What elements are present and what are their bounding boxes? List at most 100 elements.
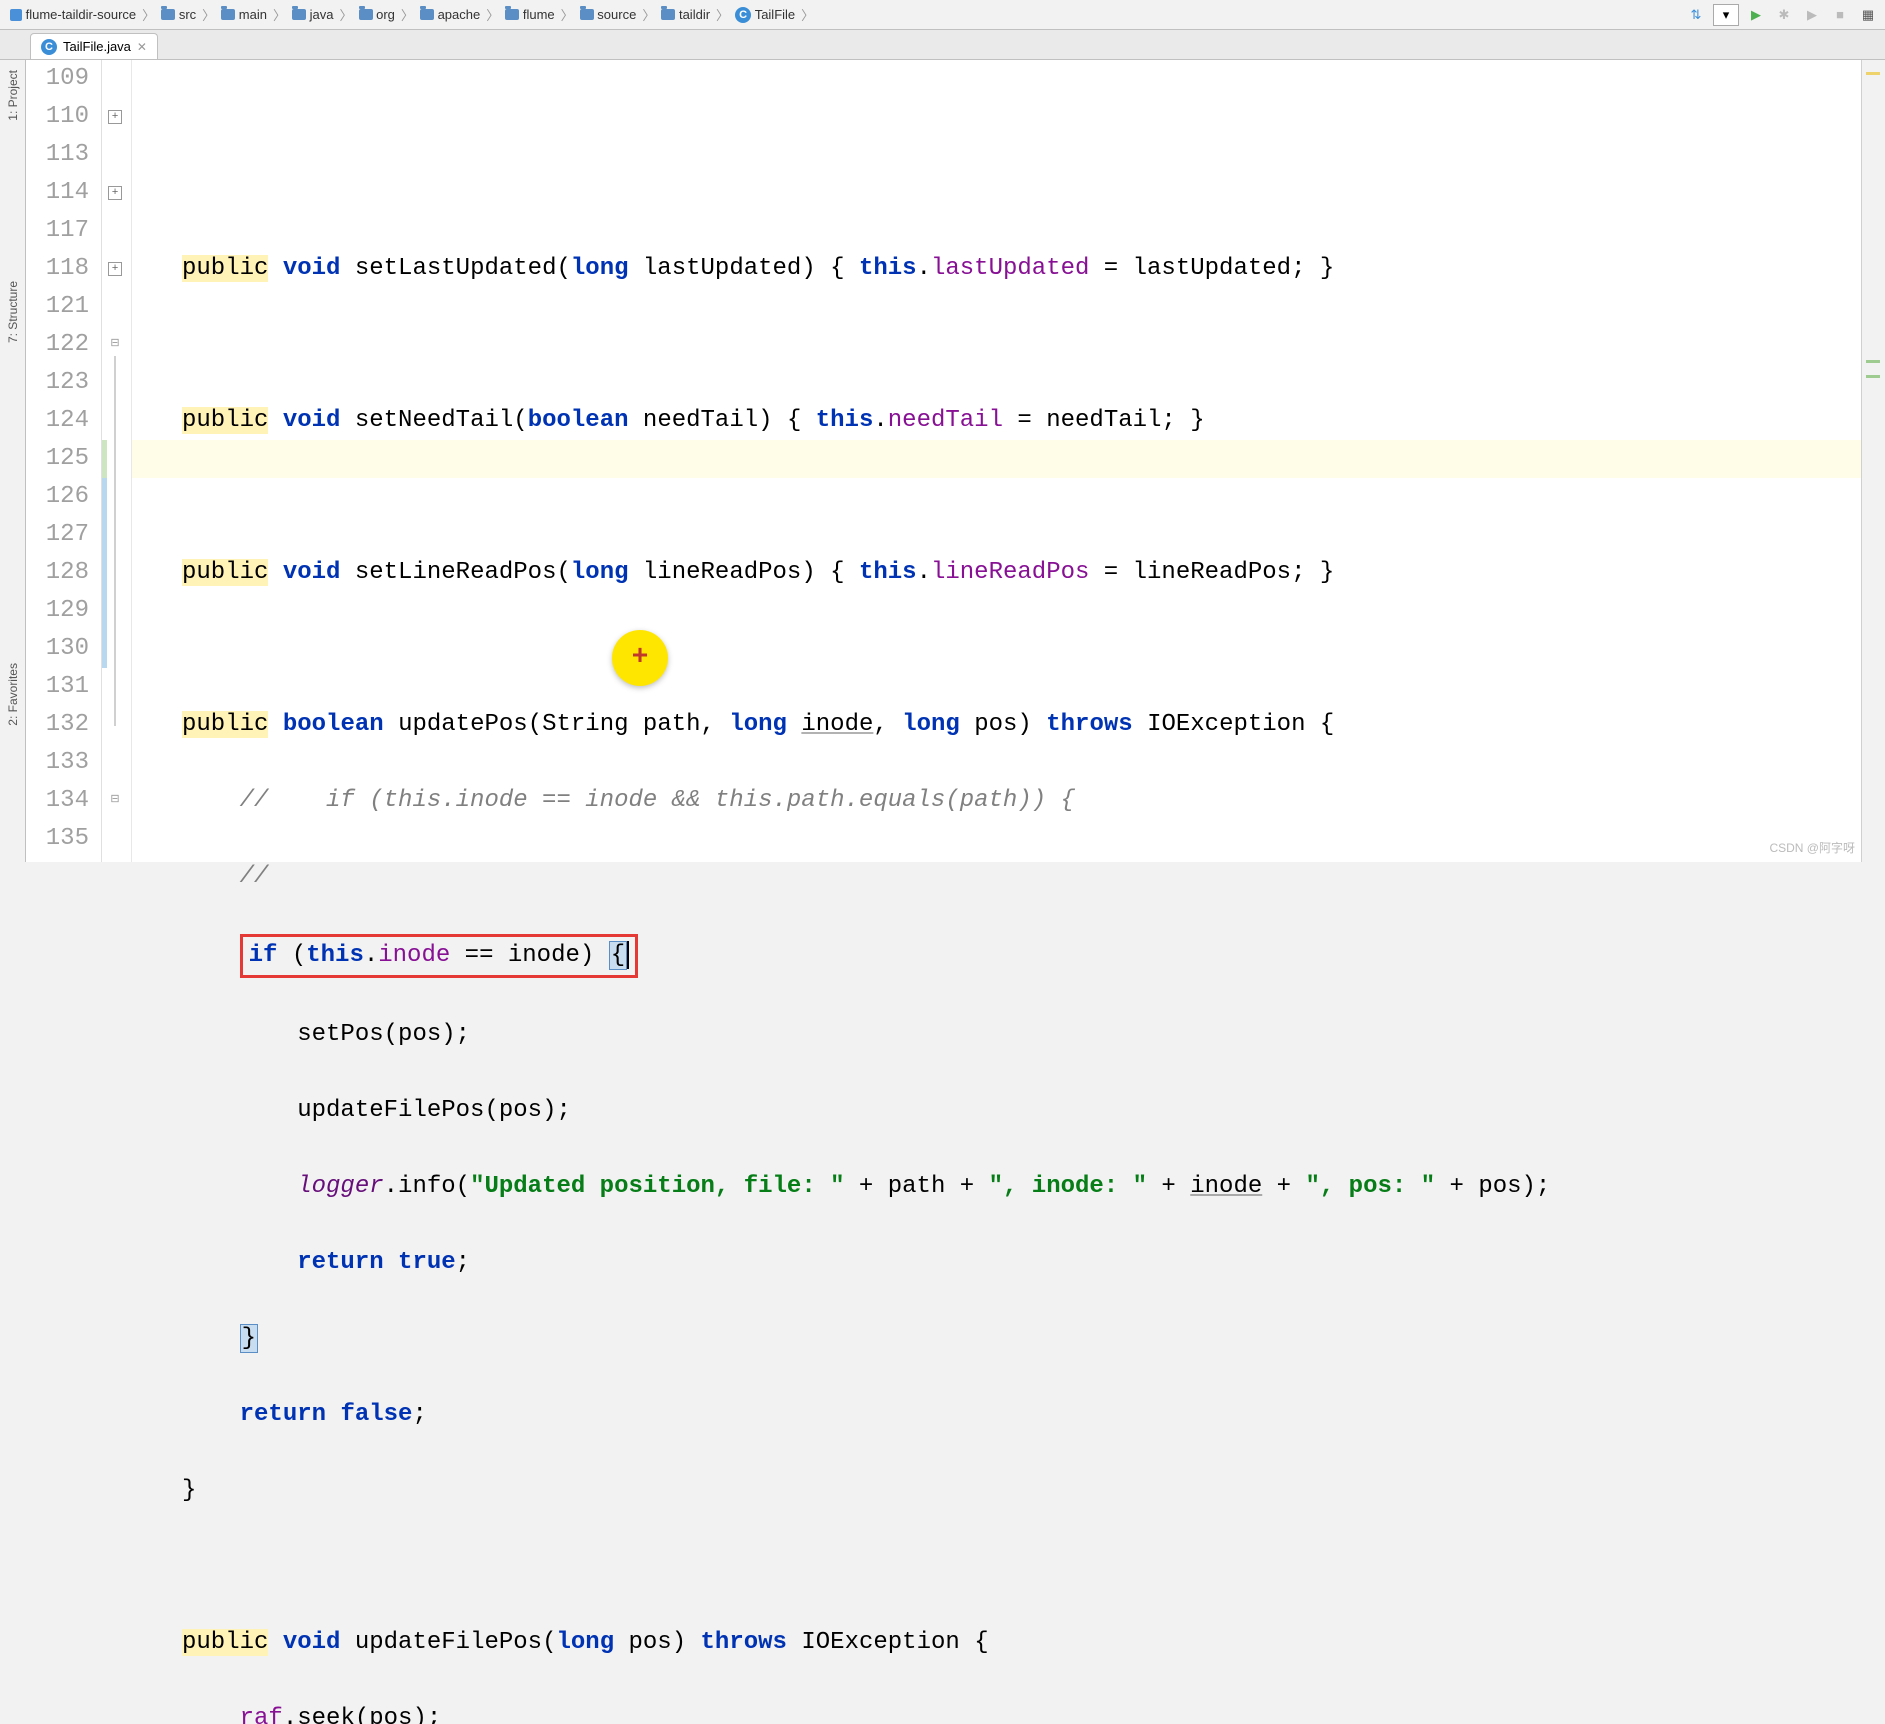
module-icon <box>10 9 22 21</box>
stop-icon[interactable]: ■ <box>1829 4 1851 26</box>
tab-close-icon[interactable]: ✕ <box>137 40 147 54</box>
folder-icon <box>420 9 434 20</box>
run-config-dropdown[interactable]: ▾ <box>1713 4 1739 26</box>
breadcrumb-bar: flume-taildir-source〉 src〉 main〉 java〉 o… <box>0 0 1885 30</box>
vcs-change-marker <box>102 440 107 478</box>
code-line <box>182 478 1861 516</box>
code-line: public void setNeedTail(boolean needTail… <box>182 402 1861 440</box>
crumb-sep: 〉 <box>140 5 157 24</box>
code-line: public void updateFilePos(long pos) thro… <box>182 1624 1861 1662</box>
text-cursor <box>627 941 629 969</box>
code-line: } <box>182 1320 1861 1358</box>
code-line <box>182 326 1861 364</box>
code-line <box>182 174 1861 212</box>
crumb-label: apache <box>438 7 481 22</box>
line-number: 134 <box>26 782 89 820</box>
line-number: 110 <box>26 98 89 136</box>
left-tool-tabs: 1: Project 7: Structure 2: Favorites <box>0 60 26 862</box>
current-line-highlight <box>132 440 1861 478</box>
crumb-label: source <box>597 7 636 22</box>
fold-expand-icon[interactable]: ⊟ <box>108 338 122 352</box>
fold-gutter: + + + ⊟ ⊟ <box>102 60 132 862</box>
file-tab[interactable]: C TailFile.java ✕ <box>30 33 158 59</box>
line-number: 129 <box>26 592 89 630</box>
code-line: setPos(pos); <box>182 1016 1861 1054</box>
watermark-text: CSDN @阿字呀 <box>1769 839 1855 856</box>
line-number: 130 <box>26 630 89 668</box>
crumb-src[interactable]: src <box>157 5 200 24</box>
crumb-label: src <box>179 7 196 22</box>
line-number: 127 <box>26 516 89 554</box>
change-marker[interactable] <box>1866 375 1880 378</box>
vcs-change-marker <box>102 478 107 668</box>
tool-tab-favorites[interactable]: 2: Favorites <box>6 663 20 726</box>
crumb-source[interactable]: source <box>576 5 641 24</box>
highlighted-edit-box: if (this.inode == inode) { <box>240 934 639 978</box>
crumb-apache[interactable]: apache <box>416 5 484 24</box>
line-number: 118 <box>26 250 89 288</box>
code-line: public void setLineReadPos(long lineRead… <box>182 554 1861 592</box>
cursor-badge-plus: + <box>612 630 668 686</box>
crumb-flume[interactable]: flume <box>501 5 558 24</box>
folder-icon <box>221 9 235 20</box>
editor-tabs: C TailFile.java ✕ <box>0 30 1885 60</box>
folder-icon <box>505 9 519 20</box>
crumb-label: flume-taildir-source <box>26 7 137 22</box>
line-number: 117 <box>26 212 89 250</box>
class-icon: C <box>735 7 751 23</box>
crumb-class[interactable]: C TailFile <box>731 5 799 25</box>
crumb-module[interactable]: flume-taildir-source <box>6 5 140 24</box>
line-number: 128 <box>26 554 89 592</box>
crumb-org[interactable]: org <box>355 5 399 24</box>
toolbar-right: ⇅ ▾ ▶ ✱ ▶ ■ ▦ <box>1685 4 1879 26</box>
code-line <box>182 630 1861 668</box>
fold-collapse-icon[interactable]: + <box>108 110 122 124</box>
code-line: raf.seek(pos); <box>182 1700 1861 1724</box>
code-line: if (this.inode == inode) { <box>182 934 1861 978</box>
debug-icon[interactable]: ✱ <box>1773 4 1795 26</box>
crumb-label: TailFile <box>755 7 795 22</box>
code-line: } <box>182 1472 1861 1510</box>
folder-icon <box>580 9 594 20</box>
code-line: return true; <box>182 1244 1861 1282</box>
tool-tab-project[interactable]: 1: Project <box>6 70 20 121</box>
code-body[interactable]: public void setLastUpdated(long lastUpda… <box>132 60 1861 862</box>
line-number: 124 <box>26 402 89 440</box>
class-icon: C <box>41 39 57 55</box>
run-icon[interactable]: ▶ <box>1745 4 1767 26</box>
code-line: // <box>182 858 1861 896</box>
line-number: 135 <box>26 820 89 858</box>
line-number: 125 <box>26 440 89 478</box>
crumb-main[interactable]: main <box>217 5 271 24</box>
folder-icon <box>661 9 675 20</box>
line-number: 132 <box>26 706 89 744</box>
fold-line <box>114 356 116 726</box>
folder-icon <box>161 9 175 20</box>
crumb-label: main <box>239 7 267 22</box>
line-number: 133 <box>26 744 89 782</box>
fold-collapse-icon[interactable]: + <box>108 186 122 200</box>
crumb-label: org <box>376 7 395 22</box>
crumb-taildir[interactable]: taildir <box>657 5 714 24</box>
folder-icon <box>359 9 373 20</box>
change-marker[interactable] <box>1866 360 1880 363</box>
coverage-icon[interactable]: ▶ <box>1801 4 1823 26</box>
code-line: return false; <box>182 1396 1861 1434</box>
line-number: 109 <box>26 60 89 98</box>
fold-collapse-icon[interactable]: + <box>108 262 122 276</box>
layout-icon[interactable]: ▦ <box>1857 4 1879 26</box>
line-number: 126 <box>26 478 89 516</box>
warning-marker[interactable] <box>1866 72 1880 75</box>
code-line: logger.info("Updated position, file: " +… <box>182 1168 1861 1206</box>
code-editor[interactable]: 109 110 113 114 117 118 121 122 123 124 … <box>26 60 1861 862</box>
error-stripe[interactable] <box>1861 60 1885 862</box>
sort-icon[interactable]: ⇅ <box>1685 4 1707 26</box>
fold-expand-icon[interactable]: ⊟ <box>108 794 122 808</box>
tool-tab-structure[interactable]: 7: Structure <box>6 281 20 343</box>
line-number: 113 <box>26 136 89 174</box>
crumb-java[interactable]: java <box>288 5 337 24</box>
line-number: 131 <box>26 668 89 706</box>
line-number-gutter: 109 110 113 114 117 118 121 122 123 124 … <box>26 60 102 862</box>
code-line: public void setLastUpdated(long lastUpda… <box>182 250 1861 288</box>
code-line: // if (this.inode == inode && this.path.… <box>182 782 1861 820</box>
